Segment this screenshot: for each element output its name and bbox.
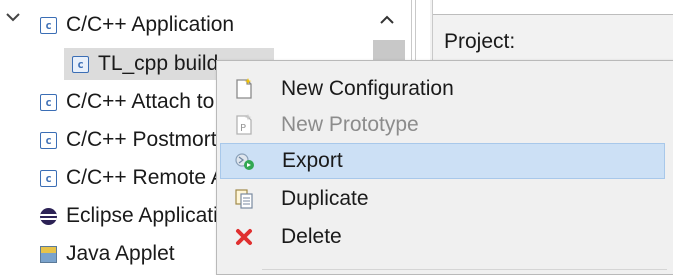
tree-item-label: Eclipse Application xyxy=(66,204,242,227)
menu-item-new-configuration[interactable]: New Configuration xyxy=(220,71,665,107)
export-icon xyxy=(233,149,257,173)
menu-item-duplicate[interactable]: Duplicate xyxy=(220,181,665,217)
menu-separator xyxy=(262,269,667,270)
chevron-up-icon xyxy=(380,15,394,24)
tree-item-java-applet[interactable]: Java Applet xyxy=(40,238,175,270)
c-config-icon: c xyxy=(40,169,57,187)
new-configuration-icon xyxy=(232,77,256,101)
new-prototype-icon: P xyxy=(232,113,256,137)
eclipse-icon xyxy=(40,207,57,225)
tree-item-eclipse-application[interactable]: Eclipse Application xyxy=(40,200,241,232)
tree-item-cpp-application[interactable]: c C/C++ Application xyxy=(40,9,234,41)
delete-icon xyxy=(232,225,256,249)
context-menu: New Configuration P New Prototype Export xyxy=(216,60,673,275)
menu-item-label: New Configuration xyxy=(281,77,454,100)
menu-item-label: Delete xyxy=(281,225,342,248)
details-tab-strip xyxy=(432,0,673,15)
menu-item-new-prototype[interactable]: P New Prototype xyxy=(220,107,665,143)
duplicate-icon xyxy=(232,187,256,211)
menu-item-delete[interactable]: Delete xyxy=(220,219,665,255)
c-config-icon: c xyxy=(40,93,57,111)
menu-item-label: Export xyxy=(282,149,343,172)
tree-item-label: Java Applet xyxy=(66,242,175,265)
applet-icon xyxy=(40,245,57,263)
menu-item-label: Duplicate xyxy=(281,187,369,210)
project-label: Project: xyxy=(444,30,516,53)
tree-item-label: C/C++ Application xyxy=(66,13,235,36)
c-config-icon: c xyxy=(40,131,57,149)
menu-item-label: New Prototype xyxy=(281,113,419,136)
c-config-icon: c xyxy=(40,16,57,34)
chevron-down-icon[interactable] xyxy=(4,10,22,24)
c-config-icon: c xyxy=(72,55,89,73)
scroll-up-button[interactable] xyxy=(370,0,404,40)
menu-item-export[interactable]: Export xyxy=(220,143,665,179)
tree-item-label: TL_cpp build xyxy=(98,52,219,75)
svg-text:P: P xyxy=(240,123,246,134)
